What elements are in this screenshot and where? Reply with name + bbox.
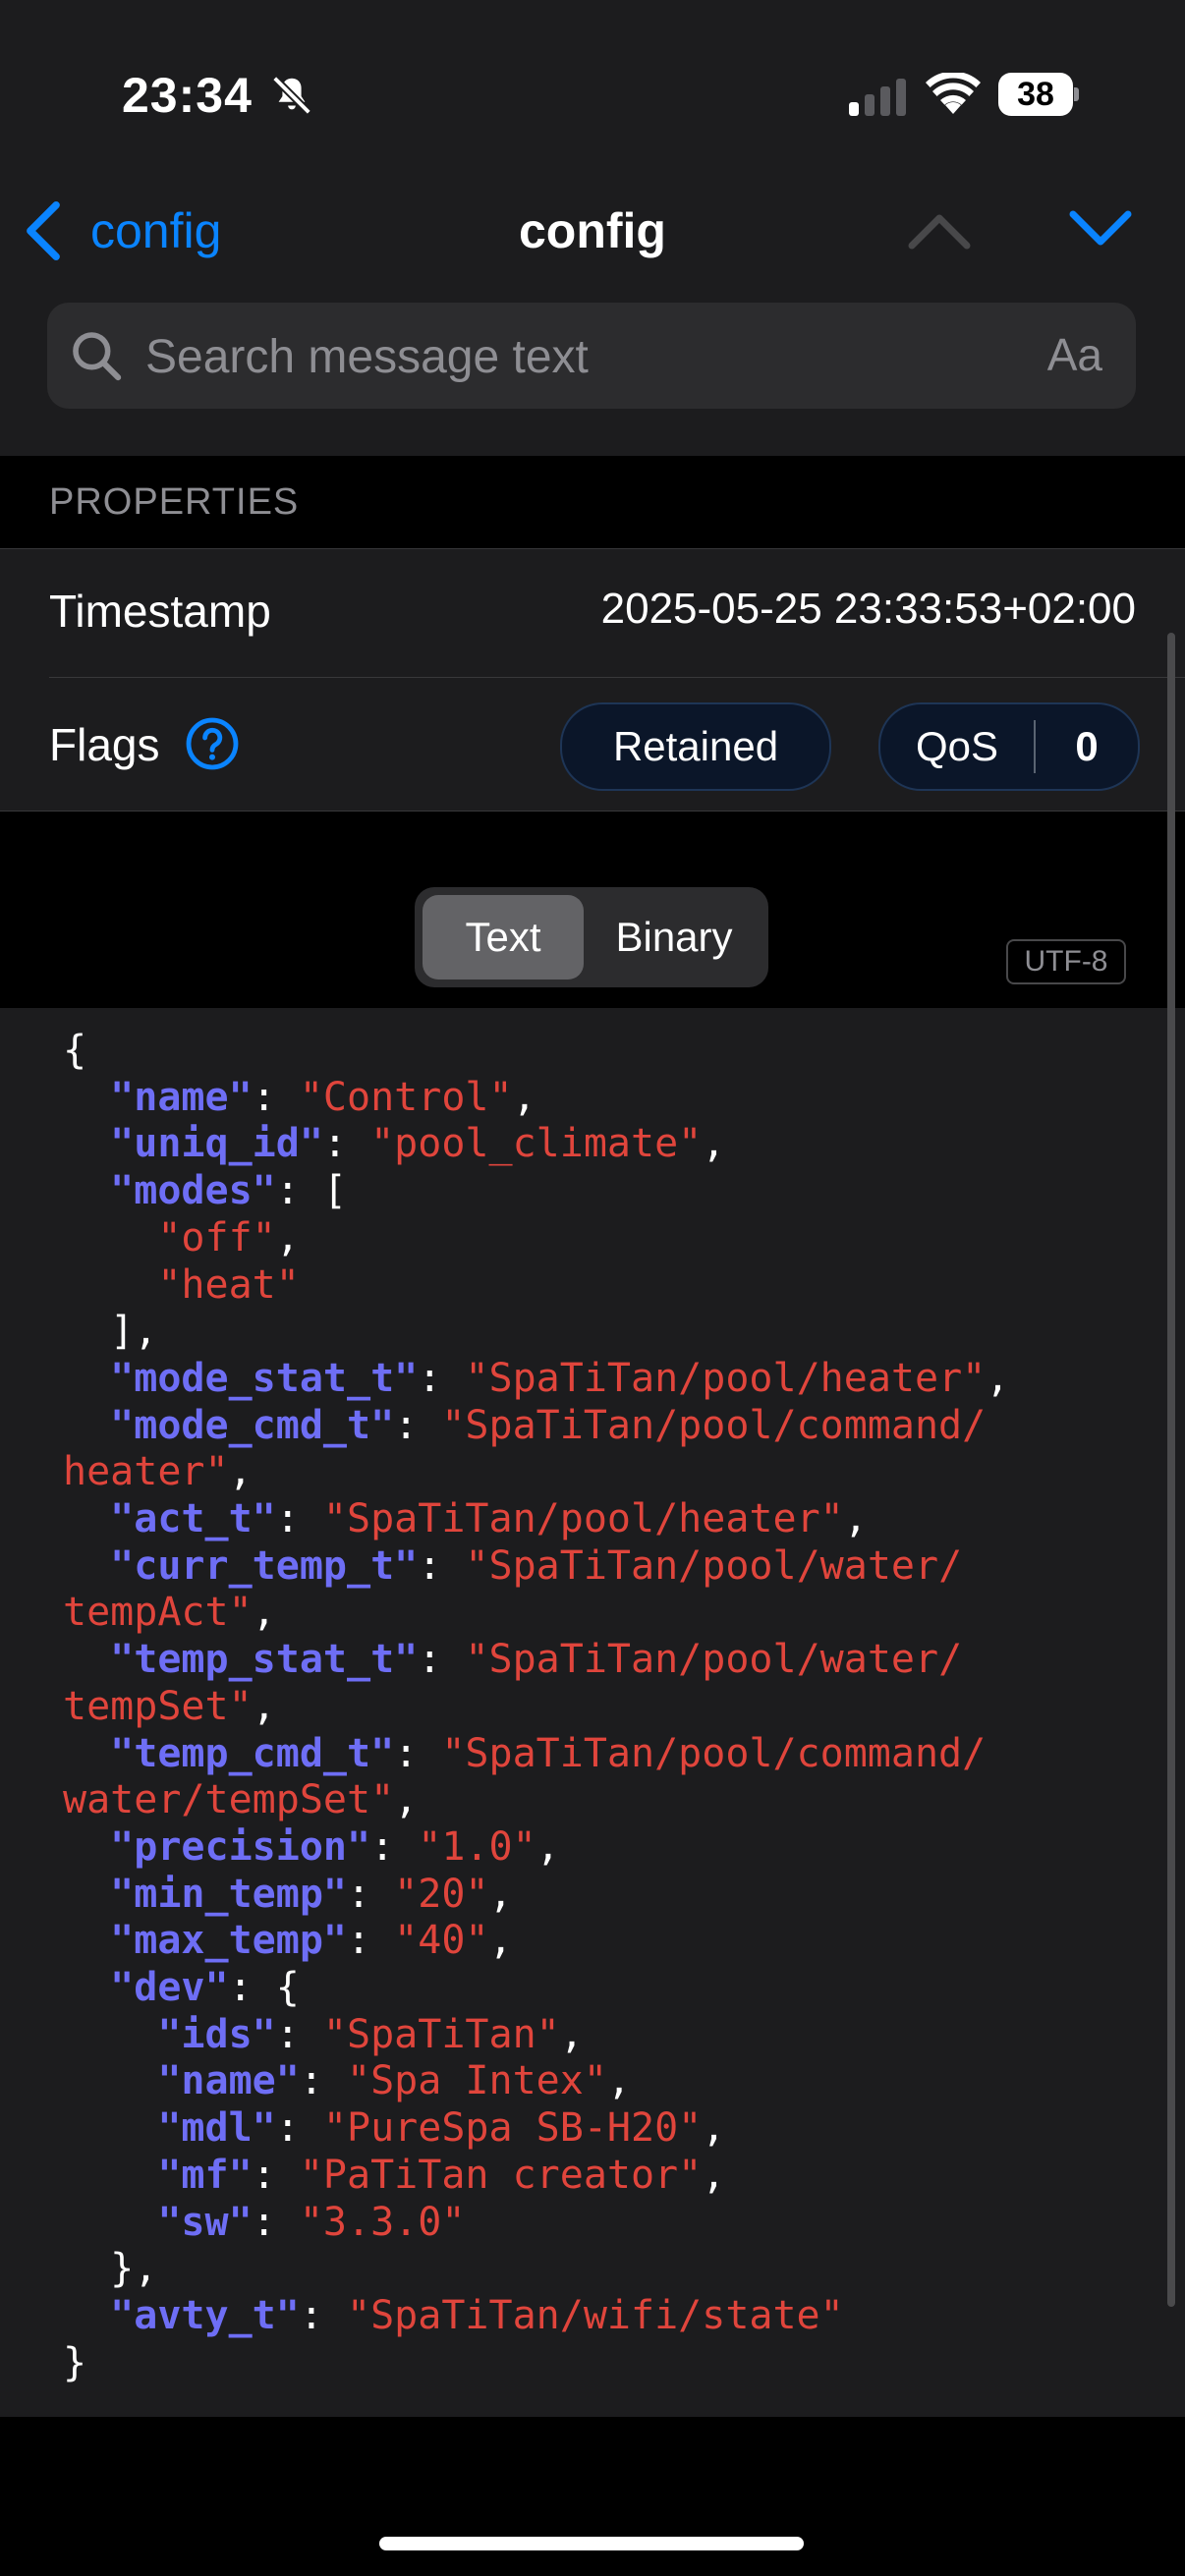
json-string: "Spa Intex": [347, 2058, 607, 2104]
json-key: "avty_t": [110, 2292, 300, 2338]
brace-close: }: [63, 2339, 87, 2385]
battery-icon: 38: [998, 73, 1079, 116]
json-key: "name": [157, 2058, 300, 2104]
qos-value: 0: [1075, 723, 1099, 769]
json-string: "off": [157, 1214, 276, 1260]
search-icon: [73, 332, 122, 381]
json-key: "curr_temp_t": [110, 1542, 419, 1589]
retained-flag-chip[interactable]: Retained: [560, 702, 831, 791]
cellular-signal-icon: [849, 79, 906, 116]
json-key: "max_temp": [110, 1918, 347, 1964]
segment-binary[interactable]: Binary: [588, 895, 761, 980]
flags-label: Flags: [49, 719, 160, 770]
json-string: "SpaTiTan/pool/heater": [322, 1496, 844, 1542]
json-string: "heat": [157, 1261, 300, 1308]
json-key: "modes": [110, 1168, 276, 1214]
json-key: "temp_stat_t": [110, 1637, 419, 1683]
chevron-up-icon[interactable]: [908, 210, 971, 250]
top-bar: 23:34 38 config config Search message te…: [0, 0, 1185, 456]
scrollbar[interactable]: [1167, 633, 1175, 2307]
json-string: tempSet": [63, 1683, 253, 1729]
json-key: "precision": [110, 1823, 371, 1870]
timestamp-label: Timestamp: [49, 586, 271, 637]
home-indicator[interactable]: [379, 2537, 804, 2550]
properties-section-title: PROPERTIES: [49, 481, 300, 523]
wifi-icon: [926, 73, 981, 114]
battery-level: 38: [1017, 76, 1054, 113]
json-string: "PureSpa SB-H20": [322, 2105, 703, 2152]
json-key: "sw": [157, 2199, 253, 2245]
question-circle-icon[interactable]: [185, 716, 240, 771]
json-string: "PaTiTan creator": [299, 2152, 703, 2198]
json-key: "dev": [110, 1965, 229, 2011]
json-string: "pool_climate": [370, 1121, 703, 1167]
json-key: "mf": [157, 2152, 253, 2198]
json-key: "temp_cmd_t": [110, 1730, 395, 1776]
status-time: 23:34: [122, 68, 253, 123]
page-title: config: [519, 203, 666, 258]
json-key: "mode_cmd_t": [110, 1402, 395, 1448]
json-string: "3.3.0": [299, 2199, 466, 2245]
json-string: "SpaTiTan/pool/command/: [441, 1730, 987, 1776]
json-string: "1.0": [418, 1823, 536, 1870]
json-key: "uniq_id": [110, 1121, 323, 1167]
json-string: "Control": [299, 1074, 513, 1120]
json-string: "SpaTiTan": [322, 2011, 560, 2057]
search-bar[interactable]: Aa: [47, 303, 1136, 409]
json-string: heater": [63, 1449, 229, 1495]
timestamp-value: 2025-05-25 23:33:53+02:00: [600, 585, 1136, 633]
json-key: "ids": [157, 2011, 276, 2057]
match-case-toggle[interactable]: Aa: [1047, 328, 1102, 381]
chevron-down-icon[interactable]: [1069, 210, 1132, 250]
qos-label: QoS: [915, 723, 999, 769]
brace-open: {: [63, 1028, 87, 1073]
json-string: "20": [394, 1871, 489, 1917]
json-string: "SpaTiTan/wifi/state": [347, 2292, 844, 2338]
json-key: "mdl": [157, 2105, 276, 2152]
qos-flag-chip[interactable]: QoS 0: [878, 702, 1140, 791]
payload-panel: { "name": "Control", "uniq_id": "pool_cl…: [0, 1008, 1185, 2417]
bell-slash-icon: [272, 76, 311, 115]
json-string: "SpaTiTan/pool/command/: [441, 1402, 987, 1448]
payload-code: { "name": "Control", "uniq_id": "pool_cl…: [63, 1028, 1010, 2385]
json-string: "SpaTiTan/pool/heater": [465, 1355, 987, 1401]
properties-group: Timestamp 2025-05-25 23:33:53+02:00 Flag…: [0, 548, 1185, 812]
json-string: "40": [394, 1918, 489, 1964]
segment-text[interactable]: Text: [423, 895, 584, 980]
encoding-badge[interactable]: UTF-8: [1006, 939, 1126, 984]
json-key: "min_temp": [110, 1871, 347, 1917]
row-divider: [49, 677, 1185, 678]
json-key: "name": [110, 1074, 253, 1120]
view-mode-segmented-control[interactable]: Text Binary: [415, 887, 768, 987]
json-string: water/tempSet": [63, 1777, 395, 1823]
json-key: "act_t": [110, 1496, 276, 1542]
json-string: tempAct": [63, 1590, 253, 1636]
search-input[interactable]: [143, 316, 1032, 397]
json-key: "mode_stat_t": [110, 1355, 419, 1401]
json-string: "SpaTiTan/pool/water/: [465, 1637, 963, 1683]
json-string: "SpaTiTan/pool/water/: [465, 1542, 963, 1589]
